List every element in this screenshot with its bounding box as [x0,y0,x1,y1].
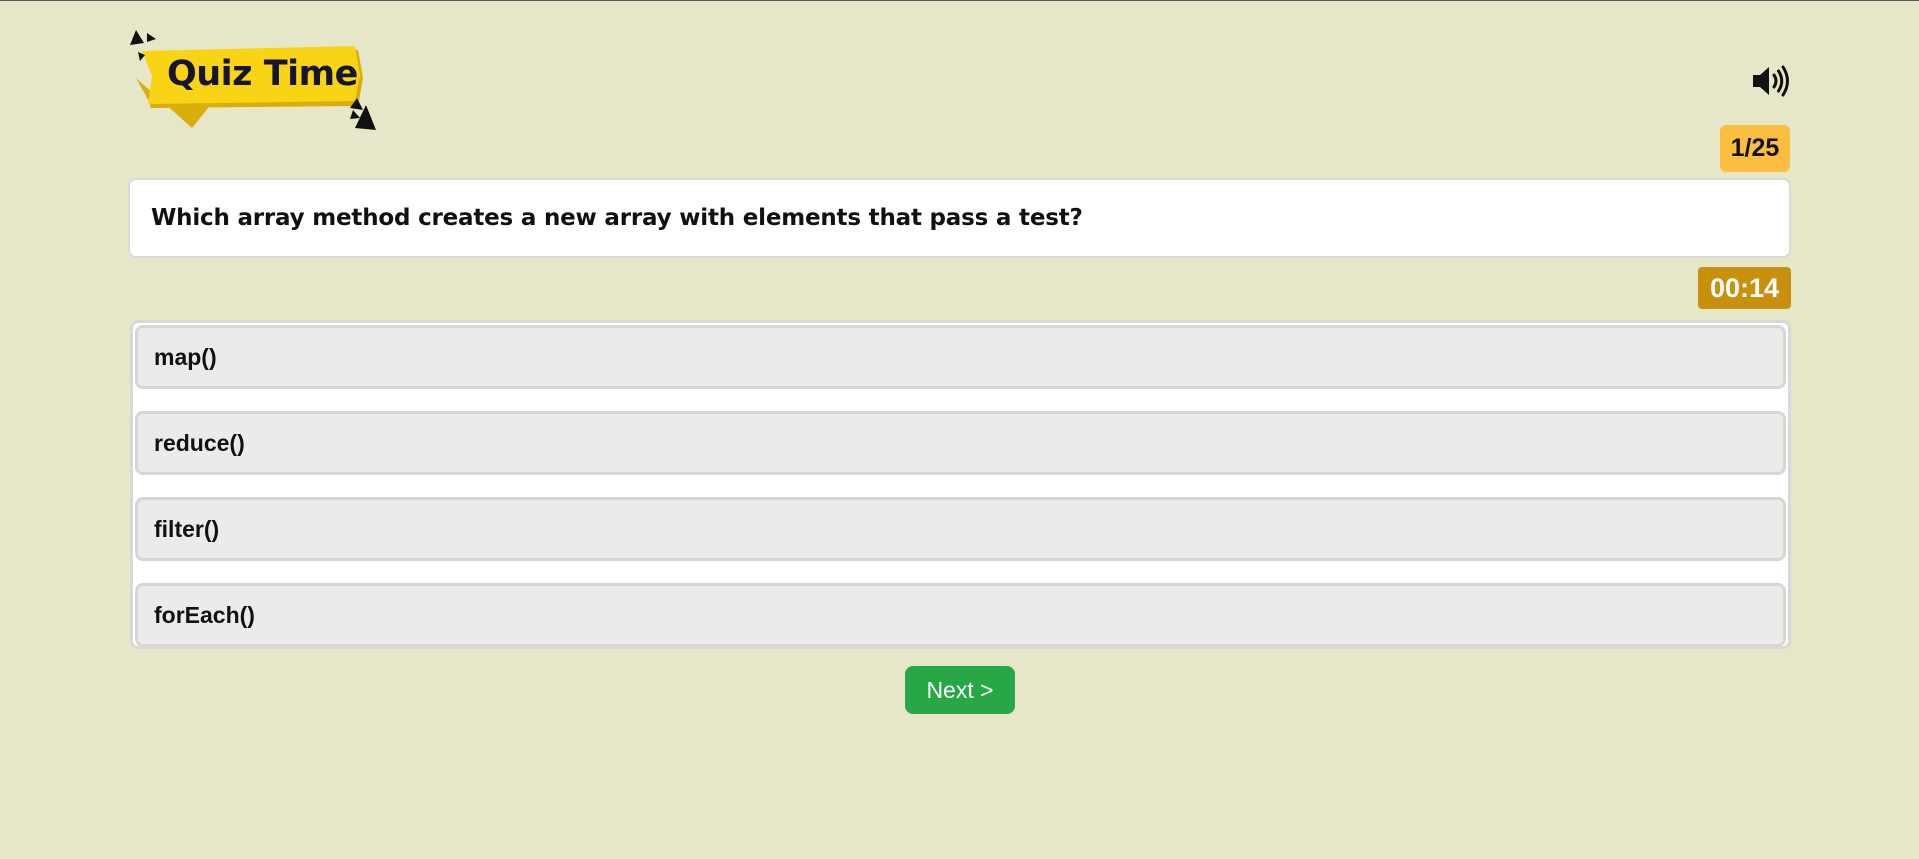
next-button[interactable]: Next > [905,666,1015,714]
answer-option-label: map() [154,343,217,370]
question-counter-badge: 1/25 [1720,125,1790,172]
question-text: Which array method creates a new array w… [151,205,1083,231]
countdown-timer: 00:14 [1698,267,1791,309]
sound-toggle-button[interactable] [1751,65,1791,97]
answer-options-list: map() reduce() filter() forEach() [130,320,1791,649]
answer-option[interactable]: filter() [135,497,1786,561]
answer-option[interactable]: forEach() [135,583,1786,647]
speaker-volume-icon [1753,65,1789,97]
answer-option-label: forEach() [154,601,255,628]
answer-option[interactable]: reduce() [135,411,1786,475]
answer-option[interactable]: map() [135,325,1786,389]
question-card: Which array method creates a new array w… [128,178,1791,258]
logo-title: Quiz Time [167,54,358,94]
answer-option-label: reduce() [154,429,245,456]
answer-option-label: filter() [154,515,220,542]
quiz-time-logo: Quiz Time [130,28,380,131]
